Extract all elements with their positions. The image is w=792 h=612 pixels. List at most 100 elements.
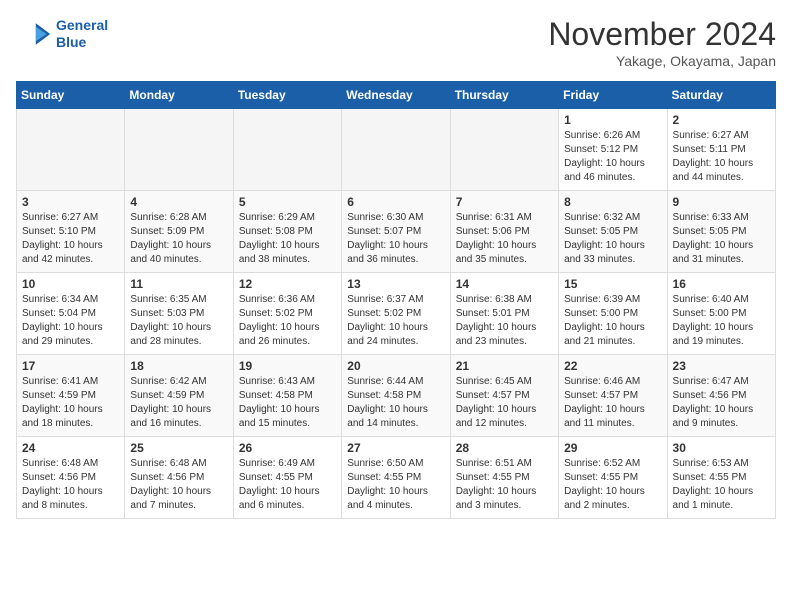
weekday-header-sunday: Sunday <box>17 82 125 109</box>
day-number: 15 <box>564 277 661 291</box>
day-info: Sunrise: 6:39 AMSunset: 5:00 PMDaylight:… <box>564 293 661 349</box>
day-number: 3 <box>22 195 119 209</box>
day-info: Sunrise: 6:27 AMSunset: 5:11 PMDaylight:… <box>673 129 770 185</box>
calendar-cell: 19 Sunrise: 6:43 AMSunset: 4:58 PMDayligh… <box>233 355 341 437</box>
day-number: 22 <box>564 359 661 373</box>
logo-icon <box>16 16 52 52</box>
calendar-week-row: 24 Sunrise: 6:48 AMSunset: 4:56 PMDayligh… <box>17 437 776 519</box>
day-number: 4 <box>130 195 227 209</box>
calendar-cell: 20Sunrise: 6:44 AMSunset: 4:58 PMDayligh… <box>342 355 450 437</box>
calendar-cell: 23 Sunrise: 6:47 AMSunset: 4:56 PMDayligh… <box>667 355 775 437</box>
day-info: Sunrise: 6:38 AMSunset: 5:01 PMDaylight:… <box>456 293 553 349</box>
day-info: Sunrise: 6:45 AMSunset: 4:57 PMDaylight:… <box>456 375 553 431</box>
day-number: 9 <box>673 195 770 209</box>
day-info: Sunrise: 6:47 AMSunset: 4:56 PMDaylight:… <box>673 375 770 431</box>
logo-general: General <box>56 17 108 33</box>
day-info: Sunrise: 6:26 AMSunset: 5:12 PMDaylight:… <box>564 129 661 185</box>
calendar-table: SundayMondayTuesdayWednesdayThursdayFrid… <box>16 81 776 519</box>
weekday-header-monday: Monday <box>125 82 233 109</box>
day-info: Sunrise: 6:48 AMSunset: 4:56 PMDaylight:… <box>130 457 227 513</box>
calendar-cell: 8 Sunrise: 6:32 AMSunset: 5:05 PMDaylight… <box>559 191 667 273</box>
day-number: 28 <box>456 441 553 455</box>
day-info: Sunrise: 6:33 AMSunset: 5:05 PMDaylight:… <box>673 211 770 267</box>
calendar-cell <box>233 109 341 191</box>
page-header: General Blue November 2024 Yakage, Okaya… <box>16 16 776 69</box>
calendar-header-row: SundayMondayTuesdayWednesdayThursdayFrid… <box>17 82 776 109</box>
day-number: 11 <box>130 277 227 291</box>
day-info: Sunrise: 6:29 AMSunset: 5:08 PMDaylight:… <box>239 211 336 267</box>
calendar-week-row: 10Sunrise: 6:34 AMSunset: 5:04 PMDayligh… <box>17 273 776 355</box>
day-number: 12 <box>239 277 336 291</box>
calendar-cell: 30Sunrise: 6:53 AMSunset: 4:55 PMDayligh… <box>667 437 775 519</box>
day-number: 13 <box>347 277 444 291</box>
calendar-cell: 25 Sunrise: 6:48 AMSunset: 4:56 PMDayligh… <box>125 437 233 519</box>
day-number: 20 <box>347 359 444 373</box>
calendar-cell: 26 Sunrise: 6:49 AMSunset: 4:55 PMDayligh… <box>233 437 341 519</box>
calendar-cell: 9 Sunrise: 6:33 AMSunset: 5:05 PMDaylight… <box>667 191 775 273</box>
calendar-cell: 7 Sunrise: 6:31 AMSunset: 5:06 PMDaylight… <box>450 191 558 273</box>
day-number: 27 <box>347 441 444 455</box>
day-info: Sunrise: 6:48 AMSunset: 4:56 PMDaylight:… <box>22 457 119 513</box>
day-info: Sunrise: 6:32 AMSunset: 5:05 PMDaylight:… <box>564 211 661 267</box>
day-info: Sunrise: 6:53 AMSunset: 4:55 PMDaylight:… <box>673 457 770 513</box>
day-info: Sunrise: 6:41 AMSunset: 4:59 PMDaylight:… <box>22 375 119 431</box>
day-number: 23 <box>673 359 770 373</box>
calendar-week-row: 3 Sunrise: 6:27 AMSunset: 5:10 PMDaylight… <box>17 191 776 273</box>
calendar-week-row: 1 Sunrise: 6:26 AMSunset: 5:12 PMDaylight… <box>17 109 776 191</box>
calendar-cell: 22 Sunrise: 6:46 AMSunset: 4:57 PMDayligh… <box>559 355 667 437</box>
calendar-cell: 29Sunrise: 6:52 AMSunset: 4:55 PMDayligh… <box>559 437 667 519</box>
day-info: Sunrise: 6:42 AMSunset: 4:59 PMDaylight:… <box>130 375 227 431</box>
day-info: Sunrise: 6:51 AMSunset: 4:55 PMDaylight:… <box>456 457 553 513</box>
day-number: 5 <box>239 195 336 209</box>
weekday-header-thursday: Thursday <box>450 82 558 109</box>
day-number: 16 <box>673 277 770 291</box>
day-number: 2 <box>673 113 770 127</box>
calendar-cell: 28 Sunrise: 6:51 AMSunset: 4:55 PMDayligh… <box>450 437 558 519</box>
day-number: 17 <box>22 359 119 373</box>
logo: General Blue <box>16 16 108 52</box>
day-info: Sunrise: 6:36 AMSunset: 5:02 PMDaylight:… <box>239 293 336 349</box>
day-info: Sunrise: 6:35 AMSunset: 5:03 PMDaylight:… <box>130 293 227 349</box>
day-info: Sunrise: 6:31 AMSunset: 5:06 PMDaylight:… <box>456 211 553 267</box>
weekday-header-friday: Friday <box>559 82 667 109</box>
day-number: 8 <box>564 195 661 209</box>
calendar-cell <box>342 109 450 191</box>
calendar-cell: 2 Sunrise: 6:27 AMSunset: 5:11 PMDaylight… <box>667 109 775 191</box>
calendar-cell: 11 Sunrise: 6:35 AMSunset: 5:03 PMDayligh… <box>125 273 233 355</box>
day-info: Sunrise: 6:27 AMSunset: 5:10 PMDaylight:… <box>22 211 119 267</box>
calendar-cell: 4 Sunrise: 6:28 AMSunset: 5:09 PMDaylight… <box>125 191 233 273</box>
weekday-header-tuesday: Tuesday <box>233 82 341 109</box>
calendar-cell: 5 Sunrise: 6:29 AMSunset: 5:08 PMDaylight… <box>233 191 341 273</box>
calendar-cell: 3 Sunrise: 6:27 AMSunset: 5:10 PMDaylight… <box>17 191 125 273</box>
title-block: November 2024 Yakage, Okayama, Japan <box>548 16 776 69</box>
weekday-header-saturday: Saturday <box>667 82 775 109</box>
day-info: Sunrise: 6:50 AMSunset: 4:55 PMDaylight:… <box>347 457 444 513</box>
calendar-cell: 21Sunrise: 6:45 AMSunset: 4:57 PMDayligh… <box>450 355 558 437</box>
calendar-cell: 15 Sunrise: 6:39 AMSunset: 5:00 PMDayligh… <box>559 273 667 355</box>
day-number: 26 <box>239 441 336 455</box>
location: Yakage, Okayama, Japan <box>548 53 776 69</box>
month-title: November 2024 <box>548 16 776 53</box>
calendar-cell: 16 Sunrise: 6:40 AMSunset: 5:00 PMDayligh… <box>667 273 775 355</box>
logo-blue: Blue <box>56 34 86 50</box>
day-number: 6 <box>347 195 444 209</box>
calendar-cell: 14Sunrise: 6:38 AMSunset: 5:01 PMDayligh… <box>450 273 558 355</box>
day-number: 7 <box>456 195 553 209</box>
calendar-cell: 1 Sunrise: 6:26 AMSunset: 5:12 PMDaylight… <box>559 109 667 191</box>
logo-text: General Blue <box>56 17 108 51</box>
day-info: Sunrise: 6:28 AMSunset: 5:09 PMDaylight:… <box>130 211 227 267</box>
day-number: 24 <box>22 441 119 455</box>
weekday-header-wednesday: Wednesday <box>342 82 450 109</box>
day-number: 19 <box>239 359 336 373</box>
calendar-week-row: 17 Sunrise: 6:41 AMSunset: 4:59 PMDayligh… <box>17 355 776 437</box>
calendar-cell <box>17 109 125 191</box>
day-number: 1 <box>564 113 661 127</box>
day-info: Sunrise: 6:43 AMSunset: 4:58 PMDaylight:… <box>239 375 336 431</box>
day-info: Sunrise: 6:46 AMSunset: 4:57 PMDaylight:… <box>564 375 661 431</box>
day-number: 18 <box>130 359 227 373</box>
day-number: 25 <box>130 441 227 455</box>
day-info: Sunrise: 6:49 AMSunset: 4:55 PMDaylight:… <box>239 457 336 513</box>
calendar-cell: 10Sunrise: 6:34 AMSunset: 5:04 PMDayligh… <box>17 273 125 355</box>
calendar-cell: 12 Sunrise: 6:36 AMSunset: 5:02 PMDayligh… <box>233 273 341 355</box>
day-info: Sunrise: 6:40 AMSunset: 5:00 PMDaylight:… <box>673 293 770 349</box>
